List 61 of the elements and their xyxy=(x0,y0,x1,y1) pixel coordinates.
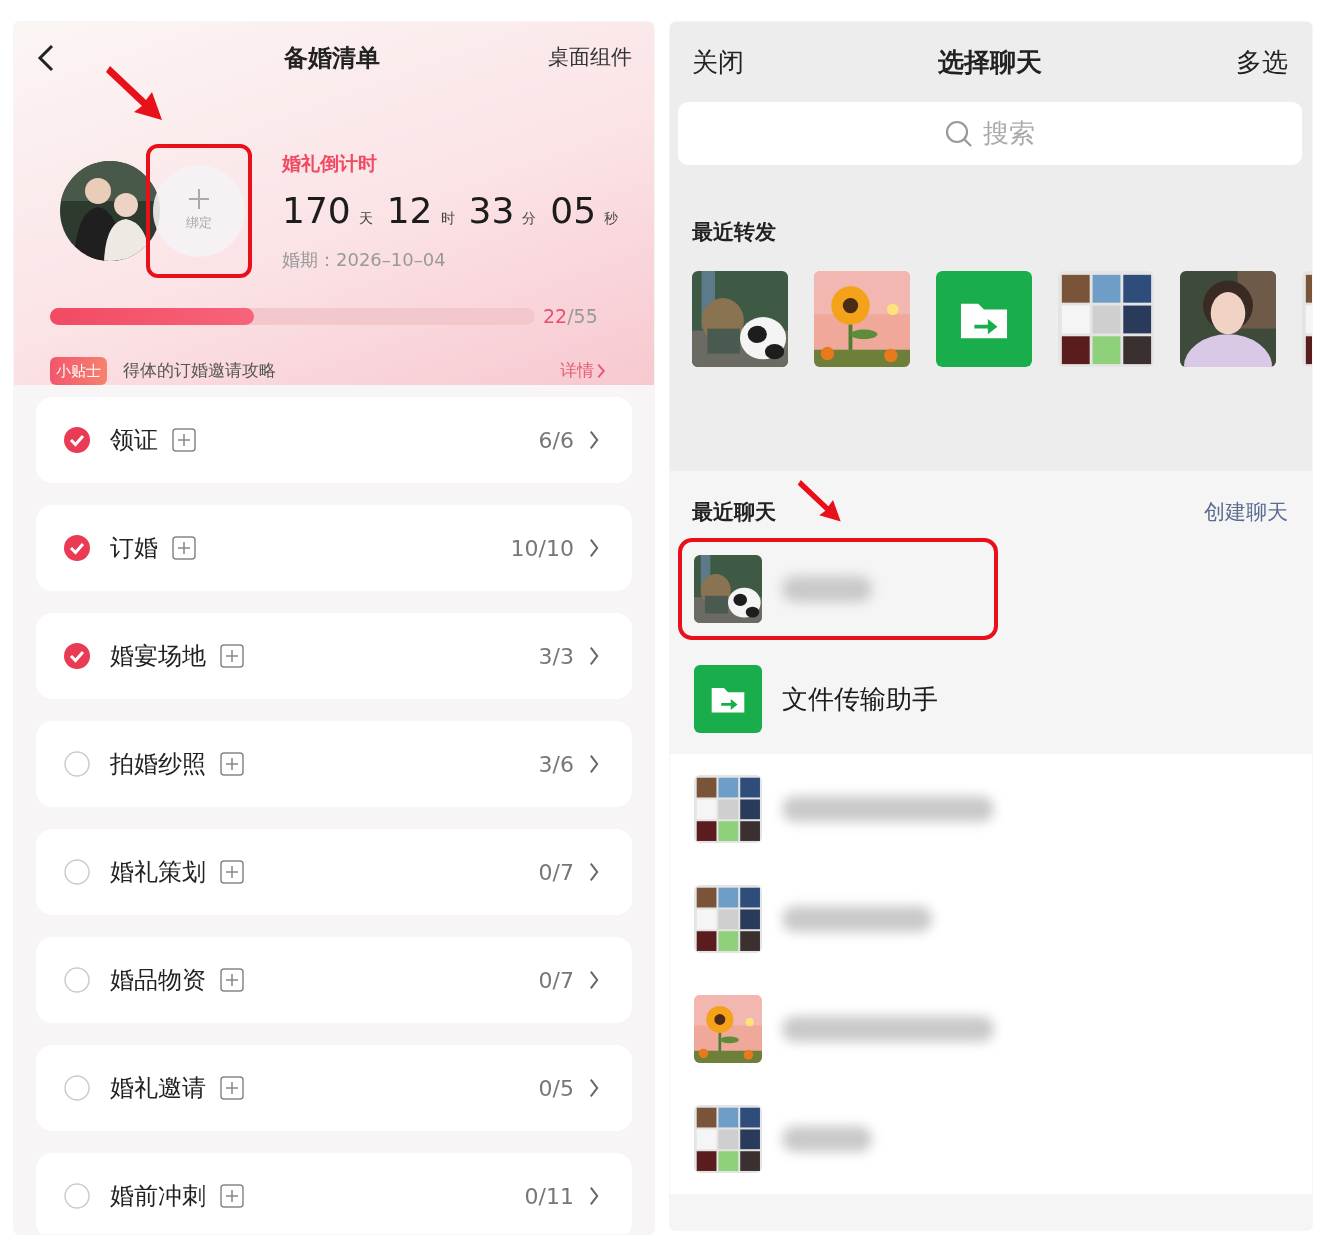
task-count: 3/6 xyxy=(538,750,574,779)
add-icon xyxy=(220,644,244,668)
task-count: 0/7 xyxy=(538,966,574,995)
add-icon xyxy=(220,968,244,992)
chat-item[interactable]: 文件传输助手 xyxy=(678,648,998,750)
add-icon xyxy=(220,1076,244,1100)
tip-text: 得体的订婚邀请攻略 xyxy=(123,359,277,382)
multi-select-button[interactable]: 多选 xyxy=(1236,42,1288,82)
page-title: 选择聊天 xyxy=(937,45,1043,79)
search-icon xyxy=(945,119,973,148)
task-count: 6/6 xyxy=(538,426,574,455)
countdown-unit: 秒 xyxy=(604,208,619,228)
task-card[interactable]: 领证 6/6 xyxy=(36,397,632,483)
task-card[interactable]: 婚前冲刺 0/11 xyxy=(36,1153,632,1234)
add-icon xyxy=(220,752,244,776)
progress-total: /55 xyxy=(567,304,598,329)
section-title: 最近聊天 xyxy=(691,498,776,526)
task-name: 拍婚纱照 xyxy=(110,749,206,780)
countdown-number: 170 xyxy=(282,188,351,233)
file-transfer-icon xyxy=(936,270,1032,367)
countdown-title: 婚礼倒计时 xyxy=(282,151,378,177)
task-name: 领证 xyxy=(110,425,158,456)
file-transfer-icon xyxy=(694,665,762,733)
page-title: 备婚清单 xyxy=(283,43,381,74)
countdown-unit: 分 xyxy=(522,208,537,228)
progress-done: 22 xyxy=(543,304,568,329)
task-count: 10/10 xyxy=(510,534,574,563)
task-count: 3/3 xyxy=(538,642,574,671)
task-card[interactable]: 婚礼邀请 0/5 xyxy=(36,1045,632,1131)
back-icon[interactable] xyxy=(36,42,56,74)
wedding-date: 婚期：2026–10–04 xyxy=(282,247,447,272)
task-name: 订婚 xyxy=(110,533,158,564)
close-button[interactable]: 关闭 xyxy=(692,42,744,82)
add-icon xyxy=(220,1184,244,1208)
task-count: 0/7 xyxy=(538,858,574,887)
task-card[interactable]: 婚宴场地 3/3 xyxy=(36,613,632,699)
add-icon xyxy=(172,536,196,560)
task-name: 婚品物资 xyxy=(110,965,206,996)
task-name: 婚礼策划 xyxy=(110,857,206,888)
task-count: 0/11 xyxy=(524,1182,574,1211)
widget-link[interactable]: 桌面组件 xyxy=(548,42,632,74)
section-title: 最近转发 xyxy=(691,219,777,246)
plus-icon xyxy=(189,189,209,210)
task-count: 0/5 xyxy=(538,1074,574,1103)
countdown-unit: 天 xyxy=(358,208,373,228)
task-card[interactable]: 订婚 10/10 xyxy=(36,505,632,591)
add-icon xyxy=(220,860,244,884)
countdown-number: 05 xyxy=(550,188,597,233)
task-name: 婚宴场地 xyxy=(110,641,206,672)
task-card[interactable]: 拍婚纱照 3/6 xyxy=(36,721,632,807)
tip-tag: 小贴士 xyxy=(50,356,107,385)
chat-item[interactable] xyxy=(678,538,998,640)
create-chat-link[interactable]: 创建聊天 xyxy=(1204,496,1288,528)
add-icon xyxy=(172,428,196,452)
task-name: 婚礼邀请 xyxy=(110,1073,206,1104)
countdown-unit: 时 xyxy=(440,208,455,228)
countdown-number: 12 xyxy=(386,188,433,233)
task-card[interactable]: 婚品物资 0/7 xyxy=(36,937,632,1023)
countdown-number: 33 xyxy=(468,188,515,233)
task-card[interactable]: 婚礼策划 0/7 xyxy=(36,829,632,915)
task-name: 婚前冲刺 xyxy=(110,1181,206,1212)
